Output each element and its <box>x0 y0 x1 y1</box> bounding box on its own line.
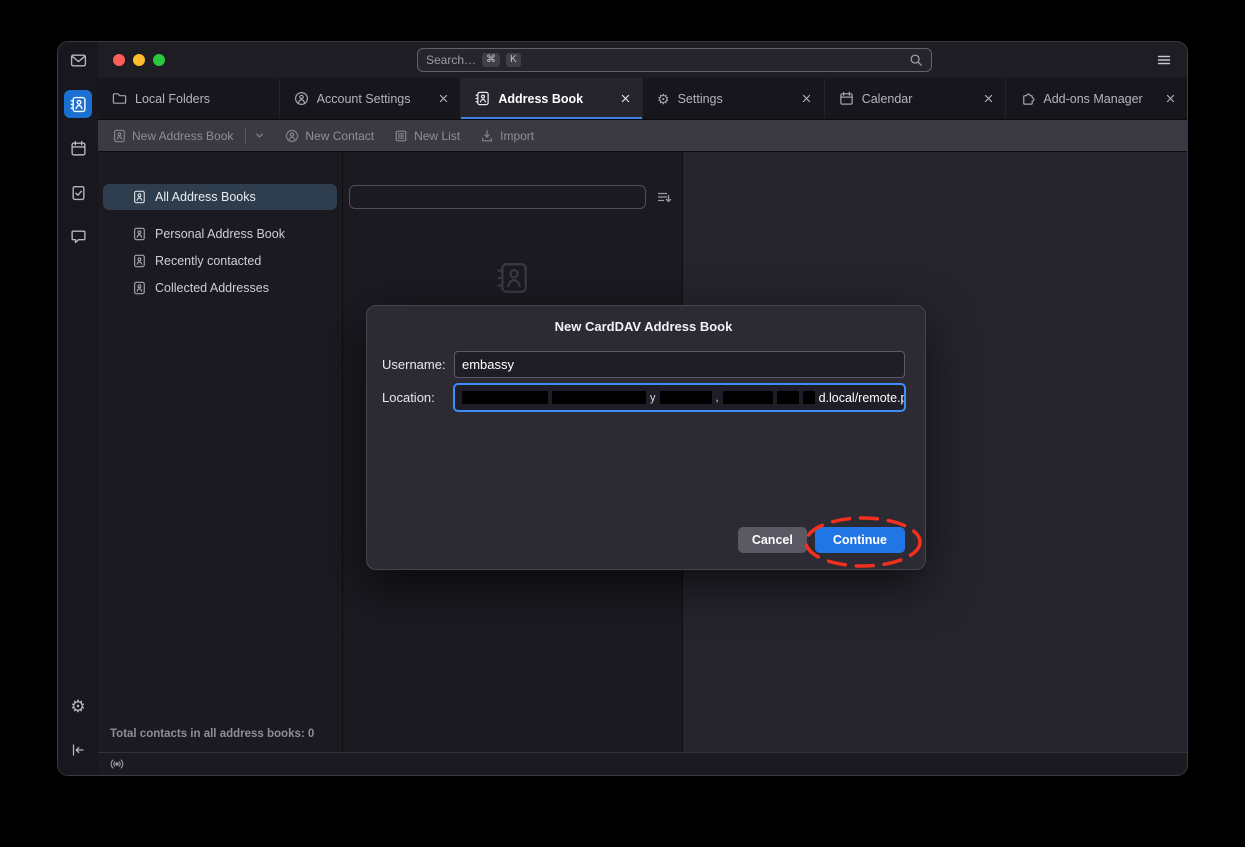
address-book-icon <box>132 281 146 295</box>
tab-addons-manager[interactable]: Add-ons Manager <box>1006 78 1187 119</box>
chevron-down-icon[interactable] <box>254 130 265 141</box>
tab-close-button[interactable] <box>980 91 996 107</box>
new-list-button[interactable]: New List <box>394 129 460 143</box>
app-menu-button[interactable] <box>1156 52 1172 68</box>
username-label: Username: <box>382 357 454 372</box>
tasks-space-icon[interactable] <box>64 178 92 206</box>
sidebar-item-collected-addresses[interactable]: Collected Addresses <box>103 275 337 301</box>
tab-bar: Local Folders Account Settings Address B… <box>98 78 1187 120</box>
tab-close-button[interactable] <box>1162 91 1178 107</box>
import-icon <box>480 129 494 143</box>
redaction-bar <box>723 391 773 404</box>
total-contacts-status: Total contacts in all address books: 0 <box>110 728 314 740</box>
tab-settings[interactable]: ⚙ Settings <box>643 78 825 119</box>
collapse-rail-icon[interactable] <box>64 736 92 764</box>
search-placeholder: Search… <box>426 53 476 67</box>
person-icon <box>285 129 299 143</box>
address-book-icon <box>132 190 146 204</box>
list-icon <box>394 129 408 143</box>
location-text-fragment: y <box>650 392 656 404</box>
address-book-toolbar: New Address Book New Contact New List Im… <box>98 120 1187 152</box>
redaction-bar <box>803 391 815 404</box>
new-list-label: New List <box>414 129 460 143</box>
tab-account-settings[interactable]: Account Settings <box>280 78 462 119</box>
new-address-book-button[interactable]: New Address Book <box>112 128 265 144</box>
display-options-icon[interactable] <box>656 189 672 205</box>
sidebar-item-label: All Address Books <box>155 190 256 204</box>
tab-label: Calendar <box>862 92 973 106</box>
empty-list-address-book-icon <box>496 261 530 295</box>
folder-icon <box>112 91 127 106</box>
broadcast-status-icon <box>109 756 125 772</box>
redaction-bar <box>777 391 799 404</box>
sidebar-item-all-address-books[interactable]: All Address Books <box>103 184 337 210</box>
spaces-rail: ⚙ <box>58 42 98 775</box>
minimize-window-button[interactable] <box>133 54 145 66</box>
tab-label: Settings <box>678 92 791 106</box>
sidebar-item-label: Recently contacted <box>155 254 261 268</box>
address-book-icon <box>132 254 146 268</box>
close-window-button[interactable] <box>113 54 125 66</box>
cancel-button[interactable]: Cancel <box>738 527 807 553</box>
sidebar-item-label: Collected Addresses <box>155 281 269 295</box>
tab-label: Add-ons Manager <box>1043 92 1154 106</box>
calendar-space-icon[interactable] <box>64 134 92 162</box>
zoom-window-button[interactable] <box>153 54 165 66</box>
redaction-bar <box>660 391 712 404</box>
mail-space-icon[interactable] <box>64 46 92 74</box>
address-book-space-icon[interactable] <box>64 90 92 118</box>
location-text-fragment: , <box>716 392 719 404</box>
contacts-search-input[interactable] <box>349 185 646 209</box>
address-book-icon <box>475 91 490 106</box>
titlebar: Search… ⌘ K <box>98 42 1187 78</box>
username-field[interactable] <box>454 351 905 378</box>
tab-local-folders[interactable]: Local Folders <box>98 78 280 119</box>
new-contact-label: New Contact <box>305 129 374 143</box>
address-book-icon <box>112 129 126 143</box>
location-visible-text: d.local/remote.p <box>819 391 905 405</box>
dialog-title: New CardDAV Address Book <box>382 319 905 334</box>
redaction-bar <box>552 391 646 404</box>
tab-calendar[interactable]: Calendar <box>825 78 1007 119</box>
location-label: Location: <box>382 390 454 405</box>
tab-close-button[interactable] <box>617 91 633 107</box>
hamburger-icon <box>1156 52 1172 68</box>
status-bar <box>98 752 1187 775</box>
tab-close-button[interactable] <box>435 91 451 107</box>
puzzle-icon <box>1020 91 1035 106</box>
tab-label: Local Folders <box>135 92 270 106</box>
cmd-keycap: ⌘ <box>482 53 500 67</box>
import-button[interactable]: Import <box>480 129 534 143</box>
new-contact-button[interactable]: New Contact <box>285 129 374 143</box>
account-icon <box>294 91 309 106</box>
import-label: Import <box>500 129 534 143</box>
split-button-divider <box>245 128 246 144</box>
new-carddav-dialog: New CardDAV Address Book Username: Locat… <box>366 305 926 570</box>
tab-label: Account Settings <box>317 92 428 106</box>
global-search-field[interactable]: Search… ⌘ K <box>417 48 932 72</box>
sidebar-item-label: Personal Address Book <box>155 227 285 241</box>
search-icon <box>909 53 923 67</box>
traffic-lights <box>113 54 165 66</box>
address-book-icon <box>132 227 146 241</box>
continue-button[interactable]: Continue <box>815 527 905 553</box>
chat-space-icon[interactable] <box>64 222 92 250</box>
tab-close-button[interactable] <box>799 91 815 107</box>
tab-address-book[interactable]: Address Book <box>461 78 643 119</box>
tab-label: Address Book <box>498 92 609 106</box>
calendar-icon <box>839 91 854 106</box>
sidebar-item-personal-address-book[interactable]: Personal Address Book <box>103 221 337 247</box>
new-address-book-label: New Address Book <box>132 129 233 143</box>
settings-gear-icon[interactable]: ⚙ <box>64 692 92 720</box>
redaction-bar <box>462 391 548 404</box>
sidebar-item-recently-contacted[interactable]: Recently contacted <box>103 248 337 274</box>
k-keycap: K <box>506 53 521 67</box>
address-books-pane: All Address Books Personal Address Book … <box>98 152 342 752</box>
location-field[interactable]: y , d.local/remote.p <box>454 384 905 411</box>
gear-icon: ⚙ <box>657 92 670 106</box>
screen: ⚙ Search… ⌘ K <box>0 0 1245 847</box>
